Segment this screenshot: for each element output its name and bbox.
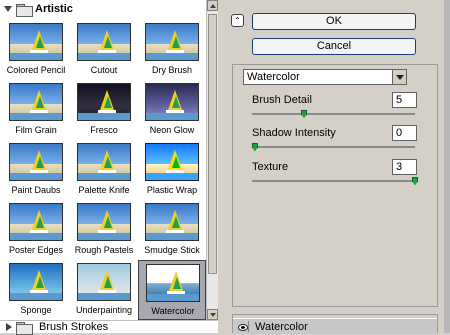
scroll-down-icon[interactable]: [207, 309, 218, 320]
filter-preview-image: [145, 143, 199, 181]
filter-thumbnail-label: Sponge: [20, 305, 52, 315]
window-edge: [444, 0, 450, 333]
scrollbar-thumb[interactable]: [208, 14, 217, 274]
eye-icon[interactable]: [237, 321, 249, 332]
slider-group: Texture 3: [252, 159, 418, 191]
filter-preview-image: [9, 263, 63, 301]
filter-thumbnail[interactable]: Plastic Wrap: [138, 140, 206, 200]
filter-thumbnail-label: Neon Glow: [149, 125, 195, 135]
scroll-up-icon[interactable]: [207, 0, 218, 11]
filter-thumbnail-label: Smudge Stick: [144, 245, 200, 255]
filter-thumbnail[interactable]: Paint Daubs: [2, 140, 70, 200]
filter-thumbnail[interactable]: Sponge: [2, 260, 70, 320]
slider-track[interactable]: [252, 113, 415, 115]
filter-thumbnail-label: Fresco: [90, 125, 118, 135]
filter-thumbnail[interactable]: Fresco: [70, 80, 138, 140]
filter-thumbnail[interactable]: Watercolor: [138, 260, 206, 320]
filter-thumbnail[interactable]: Film Grain: [2, 80, 70, 140]
filter-thumbnail[interactable]: Rough Pastels: [70, 200, 138, 260]
category-title: Artistic: [35, 3, 73, 15]
filter-select[interactable]: Watercolor: [243, 69, 407, 85]
filter-thumbnail[interactable]: Palette Knife: [70, 140, 138, 200]
filter-thumbnail-label: Plastic Wrap: [146, 185, 198, 195]
filter-preview-image: [145, 23, 199, 61]
slider-label: Brush Detail: [252, 94, 312, 106]
slider-value-input[interactable]: 3: [392, 159, 417, 175]
filter-preview-image: [77, 83, 131, 121]
slider-track[interactable]: [252, 180, 415, 182]
slider-label: Shadow Intensity: [252, 127, 336, 139]
slider-value-input[interactable]: 0: [392, 125, 417, 141]
slider-thumb[interactable]: [301, 110, 307, 118]
effect-layer-row[interactable]: Watercolor: [233, 318, 437, 334]
filter-preview-image: [145, 203, 199, 241]
effect-layer-panel: Watercolor: [232, 314, 438, 334]
filter-thumbnail[interactable]: Poster Edges: [2, 200, 70, 260]
filter-thumbnail-label: Underpainting: [75, 305, 133, 315]
expand-triangle-icon[interactable]: [6, 323, 12, 331]
filter-preview-image: [9, 83, 63, 121]
filter-thumbnail-label: Colored Pencil: [6, 65, 66, 75]
slider-label: Texture: [252, 161, 289, 173]
expand-triangle-icon[interactable]: [4, 6, 12, 12]
filter-preview-image: [145, 83, 199, 121]
filter-thumbnail[interactable]: Colored Pencil: [2, 20, 70, 80]
category-header-brush-strokes[interactable]: Brush Strokes: [0, 320, 218, 335]
filter-thumbnail-label: Watercolor: [151, 306, 195, 316]
filter-preview-image: [77, 23, 131, 61]
slider-track[interactable]: [252, 146, 415, 148]
filter-thumbnail-label: Dry Brush: [151, 65, 192, 75]
folder-icon: [16, 321, 33, 335]
filter-thumbnail-label: Palette Knife: [78, 185, 130, 195]
filter-preview-image: [77, 143, 131, 181]
slider-value-input[interactable]: 5: [392, 92, 417, 108]
filter-thumbnail-label: Poster Edges: [8, 245, 64, 255]
slider-thumb[interactable]: [252, 143, 258, 151]
filter-thumbnail[interactable]: Smudge Stick: [138, 200, 206, 260]
filter-thumbnail[interactable]: Neon Glow: [138, 80, 206, 140]
cancel-button[interactable]: Cancel: [252, 38, 416, 55]
filter-preview-image: [77, 263, 131, 301]
filter-thumbnail-label: Paint Daubs: [11, 185, 61, 195]
slider-group: Shadow Intensity 0: [252, 125, 417, 157]
filter-thumbnail[interactable]: Underpainting: [70, 260, 138, 320]
gallery-scrollbar[interactable]: [206, 0, 218, 320]
filter-preview-image: [9, 23, 63, 61]
category-title: Brush Strokes: [39, 321, 109, 333]
filter-thumbnail-grid: Colored Pencil Cutout Dry Brush Film Grain F…: [0, 20, 206, 320]
filter-preview-image: [146, 264, 200, 302]
filter-thumbnail-label: Film Grain: [15, 125, 57, 135]
double-chevron-up-icon[interactable]: ⌃: [231, 14, 244, 27]
category-header-artistic[interactable]: Artistic: [0, 0, 206, 18]
filter-thumbnail[interactable]: Dry Brush: [138, 20, 206, 80]
slider-group: Brush Detail 5: [252, 92, 417, 124]
filter-thumbnail-label: Cutout: [90, 65, 118, 75]
filter-preview-image: [9, 143, 63, 181]
ok-button[interactable]: OK: [252, 13, 416, 30]
filter-thumbnail[interactable]: Cutout: [70, 20, 138, 80]
filter-preview-image: [9, 203, 63, 241]
effect-layer-label: Watercolor: [255, 321, 308, 333]
chevron-down-icon[interactable]: [392, 70, 406, 84]
folder-icon: [16, 3, 33, 17]
filter-thumbnail-label: Rough Pastels: [74, 245, 134, 255]
filter-preview-image: [77, 203, 131, 241]
filter-gallery: Artistic Colored Pencil Cutout Dry Brush Fi…: [0, 0, 218, 335]
filter-select-value: Watercolor: [247, 71, 300, 83]
